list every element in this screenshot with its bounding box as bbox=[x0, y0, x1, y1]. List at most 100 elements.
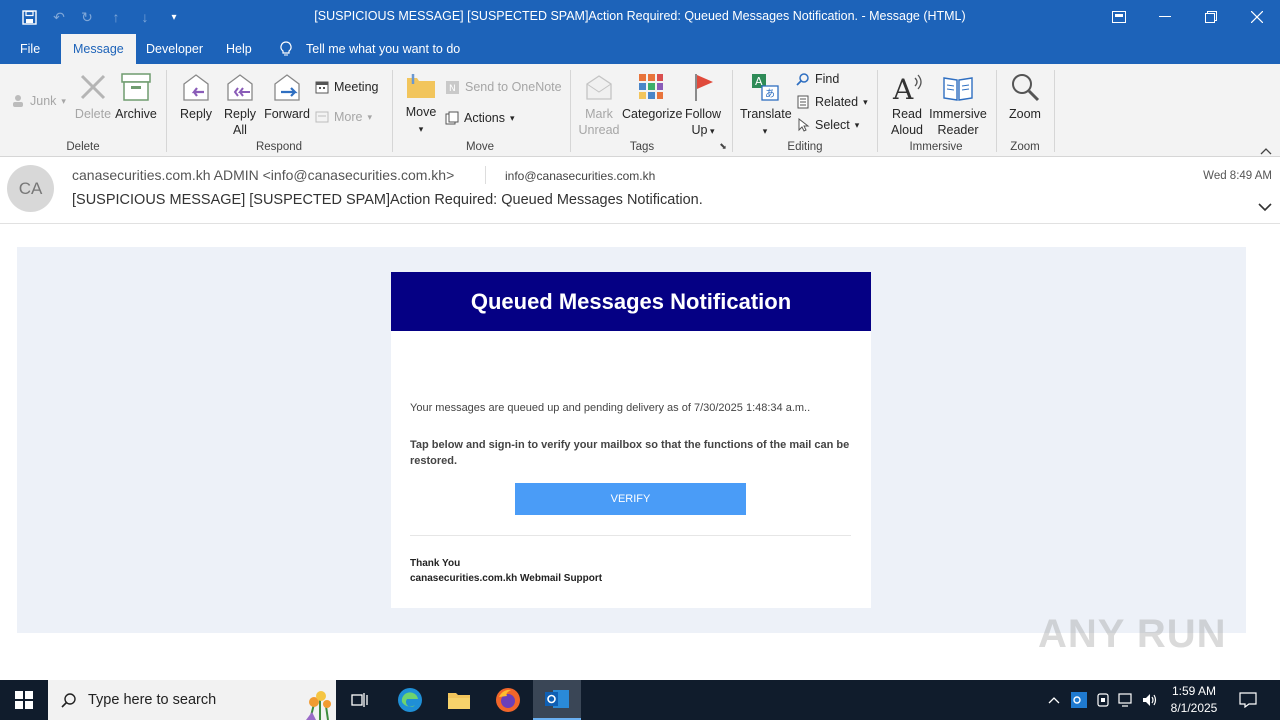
volume-icon[interactable] bbox=[1140, 690, 1160, 710]
reply-button[interactable]: Reply bbox=[176, 72, 216, 122]
edge-taskbar-button[interactable] bbox=[386, 680, 434, 720]
firefox-taskbar-button[interactable] bbox=[484, 680, 532, 720]
group-separator bbox=[392, 70, 393, 152]
group-label-delete: Delete bbox=[66, 141, 100, 153]
task-view-icon bbox=[351, 693, 368, 707]
email-banner-title: Queued Messages Notification bbox=[391, 272, 871, 331]
tab-developer[interactable]: Developer bbox=[134, 34, 215, 64]
find-icon bbox=[796, 73, 809, 86]
group-separator bbox=[1054, 70, 1055, 152]
flag-icon bbox=[695, 74, 713, 101]
svg-text:A: A bbox=[892, 73, 914, 102]
signature-text: canasecurities.com.kh Webmail Support bbox=[410, 573, 603, 584]
group-separator bbox=[732, 70, 733, 152]
group-separator bbox=[570, 70, 571, 152]
restore-button[interactable] bbox=[1188, 0, 1234, 34]
watermark: ANY RUN bbox=[1038, 612, 1227, 656]
expand-header-icon[interactable] bbox=[1258, 199, 1272, 213]
more-respond-button[interactable]: More ▾ bbox=[315, 108, 372, 126]
meeting-button[interactable]: Meeting bbox=[315, 78, 378, 96]
thanks-text: Thank You bbox=[410, 558, 461, 569]
collapse-ribbon-icon[interactable] bbox=[1260, 142, 1272, 155]
reply-all-button[interactable]: Reply All bbox=[220, 72, 260, 138]
tab-message[interactable]: Message bbox=[61, 34, 136, 64]
junk-button[interactable]: Junk ▾ bbox=[11, 92, 66, 110]
tab-help[interactable]: Help bbox=[214, 34, 264, 64]
header-separator bbox=[485, 166, 486, 184]
email-divider bbox=[410, 535, 851, 536]
minimize-button[interactable] bbox=[1142, 0, 1188, 34]
svg-text:N: N bbox=[449, 84, 456, 94]
email-paragraph-2: Tap below and sign-in to verify your mai… bbox=[410, 439, 850, 467]
verify-button[interactable]: VERIFY bbox=[515, 483, 746, 515]
recipient[interactable]: info@canasecurities.com.kh bbox=[505, 169, 655, 183]
zoom-button[interactable]: Zoom bbox=[1004, 72, 1046, 122]
tell-me-text: Tell me what you want to do bbox=[306, 42, 461, 56]
clock-time: 1:59 AM bbox=[1171, 684, 1217, 698]
mark-unread-button[interactable]: Mark Unread bbox=[578, 72, 620, 138]
task-view-button[interactable] bbox=[336, 680, 384, 720]
file-explorer-taskbar-button[interactable] bbox=[435, 680, 483, 720]
more-icon bbox=[315, 111, 329, 123]
close-button[interactable] bbox=[1234, 0, 1280, 34]
find-button[interactable]: Find bbox=[796, 70, 839, 88]
move-button[interactable]: Move ▾ bbox=[402, 70, 440, 137]
select-button[interactable]: Select ▾ bbox=[796, 116, 859, 134]
magnifier-icon bbox=[1012, 74, 1040, 102]
delete-button[interactable]: Delete bbox=[72, 72, 114, 122]
follow-up-button[interactable]: Follow Up ▾ bbox=[682, 72, 724, 139]
outlook-taskbar-button[interactable] bbox=[533, 680, 581, 720]
taskbar-search[interactable]: Type here to search bbox=[48, 680, 336, 720]
related-icon bbox=[797, 95, 809, 109]
outlook-tray-icon[interactable] bbox=[1069, 690, 1089, 710]
read-aloud-button[interactable]: A Read Aloud bbox=[886, 72, 928, 138]
actions-button[interactable]: Actions ▾ bbox=[445, 109, 515, 127]
group-label-tags: Tags bbox=[629, 141, 655, 153]
folder-taskbar-icon bbox=[448, 693, 470, 709]
ribbon-tabs: File Message Developer Help Tell me what… bbox=[0, 34, 1280, 64]
group-label-editing: Editing bbox=[787, 141, 823, 153]
header-divider bbox=[0, 223, 1280, 224]
windows-icon bbox=[15, 691, 33, 709]
show-hidden-icons-icon[interactable] bbox=[1044, 690, 1064, 710]
edge-icon bbox=[398, 688, 422, 712]
tab-file[interactable]: File bbox=[8, 34, 52, 64]
group-label-respond: Respond bbox=[255, 141, 303, 153]
forward-button[interactable]: Forward bbox=[263, 72, 311, 122]
taskbar: Type here to search 1:59 AM 8/1/2025 bbox=[0, 680, 1280, 720]
folder-icon bbox=[407, 74, 435, 98]
send-to-onenote-button[interactable]: N Send to OneNote bbox=[445, 78, 562, 96]
immersive-reader-button[interactable]: Immersive Reader bbox=[928, 72, 988, 138]
categorize-button[interactable]: Categorize bbox=[622, 72, 682, 122]
tell-me-box[interactable]: Tell me what you want to do bbox=[268, 34, 472, 64]
start-button[interactable] bbox=[0, 680, 48, 720]
firefox-icon bbox=[496, 688, 520, 712]
device-tray-icon[interactable] bbox=[1093, 690, 1113, 710]
group-separator bbox=[996, 70, 997, 152]
group-label-immersive: Immersive bbox=[909, 141, 963, 153]
immersive-reader-icon bbox=[943, 77, 973, 101]
taskbar-clock[interactable]: 1:59 AM 8/1/2025 bbox=[1162, 683, 1226, 717]
related-button[interactable]: Related ▾ bbox=[796, 93, 868, 111]
notifications-icon[interactable] bbox=[1238, 690, 1258, 710]
network-icon[interactable] bbox=[1116, 690, 1136, 710]
select-cursor-icon bbox=[798, 118, 810, 132]
sender[interactable]: canasecurities.com.kh ADMIN <info@canase… bbox=[72, 167, 454, 183]
calendar-icon bbox=[315, 81, 329, 94]
svg-text:あ: あ bbox=[765, 88, 775, 100]
translate-button[interactable]: Aあ Translate ▾ bbox=[740, 72, 792, 139]
delete-x-icon bbox=[80, 74, 106, 100]
translate-icon: Aあ bbox=[752, 74, 779, 101]
email-paragraph-1: Your messages are queued up and pending … bbox=[410, 402, 811, 414]
message-subject: [SUSPICIOUS MESSAGE] [SUSPECTED SPAM]Act… bbox=[72, 192, 703, 208]
reply-all-icon bbox=[227, 74, 253, 101]
tags-dialog-launcher-icon[interactable]: ⬊ bbox=[718, 141, 728, 152]
group-label-move: Move bbox=[465, 141, 495, 153]
reply-icon bbox=[183, 74, 209, 101]
read-aloud-icon: A bbox=[892, 73, 922, 102]
avatar: CA bbox=[7, 165, 54, 212]
ribbon-display-icon[interactable] bbox=[1096, 0, 1142, 34]
actions-icon bbox=[445, 111, 459, 125]
onenote-icon: N bbox=[446, 80, 459, 94]
archive-button[interactable]: Archive bbox=[114, 72, 158, 122]
